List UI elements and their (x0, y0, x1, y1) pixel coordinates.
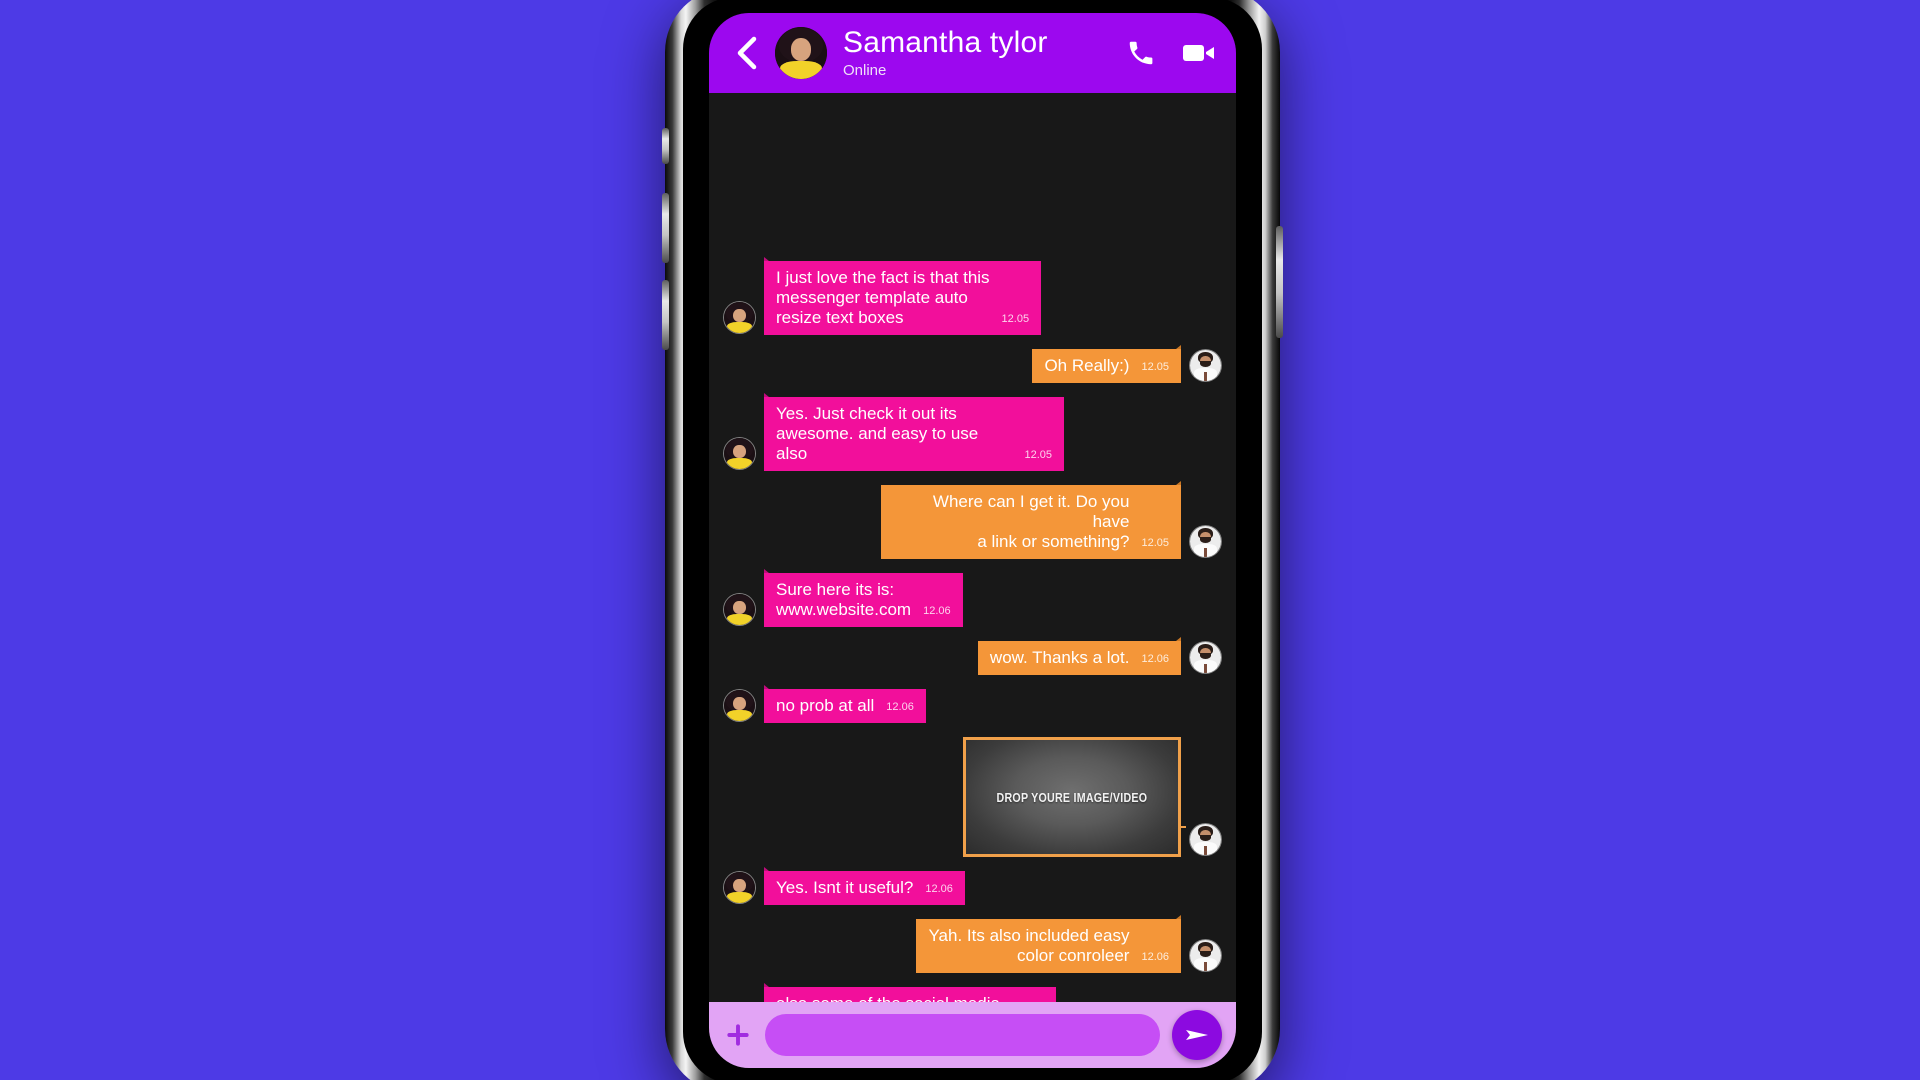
contact-avatar[interactable] (775, 27, 827, 79)
message-text: Yah. Its also included easy color conrol… (928, 926, 1130, 965)
media-drop-placeholder[interactable]: DROP YOURE IMAGE/VIDEO (963, 737, 1186, 857)
message-bubble-incoming[interactable]: Sure here its is: www.website.com 12.06 (764, 569, 963, 627)
avatar (723, 301, 756, 334)
message-time: 12.05 (1024, 449, 1052, 461)
message-input[interactable] (765, 1014, 1160, 1056)
message-text: Where can I get it. Do you have a link o… (932, 492, 1130, 551)
message-row: Yes. Isnt it useful? 12.06 (723, 867, 1222, 905)
message-row-media: DROP YOURE IMAGE/VIDEO (723, 737, 1222, 857)
message-text: wow. Thanks a lot. (989, 648, 1130, 667)
message-bubble-outgoing[interactable]: Oh Really:) 12.05 (1032, 345, 1181, 383)
header-actions (1126, 38, 1216, 68)
volume-up-button[interactable] (662, 193, 669, 263)
message-bubble-outgoing[interactable]: Yah. Its also included easy color conrol… (916, 915, 1181, 973)
contact-info: Samantha tylor Online (843, 25, 1126, 80)
message-time: 12.06 (923, 605, 951, 617)
message-text: I just love the fact is that this messen… (776, 268, 990, 327)
avatar (1189, 349, 1222, 382)
phone-frame-inner: Samantha tylor Online I just love the fa… (683, 0, 1262, 1080)
message-text: Sure here its is: www.website.com (776, 580, 912, 619)
avatar (723, 437, 756, 470)
message-composer (709, 1002, 1236, 1068)
message-text: no prob at all (776, 696, 875, 715)
avatar-art-female (775, 27, 827, 79)
volume-down-button[interactable] (662, 280, 669, 350)
chat-header: Samantha tylor Online (709, 13, 1236, 93)
message-text: Yes. Isnt it useful? (776, 878, 914, 897)
send-button[interactable] (1172, 1010, 1222, 1060)
avatar (723, 689, 756, 722)
silent-switch-button[interactable] (662, 128, 669, 164)
back-button[interactable] (729, 36, 763, 70)
message-bubble-incoming[interactable]: no prob at all 12.06 (764, 685, 926, 723)
phone-icon[interactable] (1126, 38, 1156, 68)
message-time: 12.06 (886, 701, 914, 713)
message-text: Oh Really:) (1044, 356, 1130, 375)
avatar (1189, 939, 1222, 972)
avatar (723, 593, 756, 626)
media-drop-label: DROP YOURE IMAGE/VIDEO (996, 789, 1148, 805)
message-time: 12.06 (1141, 653, 1169, 665)
message-time: 12.05 (1001, 313, 1030, 325)
message-time: 12.06 (1141, 951, 1169, 963)
message-time: 12.05 (1141, 361, 1169, 373)
send-paper-plane-icon (1186, 1030, 1208, 1040)
message-row: I just love the fact is that this messen… (723, 257, 1222, 335)
chevron-left-icon (737, 36, 757, 70)
avatar (1189, 823, 1222, 856)
avatar (723, 871, 756, 904)
attach-button[interactable] (723, 1020, 753, 1050)
video-camera-icon[interactable] (1182, 40, 1216, 66)
message-row: Yah. Its also included easy color conrol… (723, 915, 1222, 973)
contact-status: Online (843, 61, 887, 79)
avatar (1189, 525, 1222, 558)
message-row: Sure here its is: www.website.com 12.06 (723, 569, 1222, 627)
message-list-top-spacer (723, 103, 1222, 261)
message-bubble-outgoing[interactable]: wow. Thanks a lot. 12.06 (977, 637, 1182, 675)
message-bubble-incoming[interactable]: also some of the social media with phone… (764, 983, 1057, 1002)
message-text: Yes. Just check it out its awesome. and … (776, 404, 979, 463)
message-row: also some of the social media with phone… (723, 983, 1222, 1002)
plus-icon (727, 1024, 749, 1046)
message-time: 12.06 (925, 883, 953, 895)
power-button[interactable] (1276, 226, 1283, 338)
message-row: wow. Thanks a lot. 12.06 (723, 637, 1222, 675)
message-bubble-incoming[interactable]: Yes. Isnt it useful? 12.06 (764, 867, 965, 905)
message-row: no prob at all 12.06 (723, 685, 1222, 723)
avatar (1189, 641, 1222, 674)
message-bubble-incoming[interactable]: I just love the fact is that this messen… (764, 257, 1042, 335)
message-row: Oh Really:) 12.05 (723, 345, 1222, 383)
phone-screen: Samantha tylor Online I just love the fa… (709, 13, 1236, 1068)
message-bubble-outgoing[interactable]: Where can I get it. Do you have a link o… (881, 481, 1181, 559)
message-bubble-incoming[interactable]: Yes. Just check it out its awesome. and … (764, 393, 1064, 471)
phone-device-frame: Samantha tylor Online I just love the fa… (662, 0, 1283, 1080)
contact-name: Samantha tylor (843, 25, 1048, 59)
message-time: 12.05 (1141, 537, 1169, 549)
message-list[interactable]: I just love the fact is that this messen… (709, 93, 1236, 1002)
message-row: Yes. Just check it out its awesome. and … (723, 393, 1222, 471)
message-row: Where can I get it. Do you have a link o… (723, 481, 1222, 559)
message-text: also some of the social media with phone… (776, 994, 1005, 1002)
